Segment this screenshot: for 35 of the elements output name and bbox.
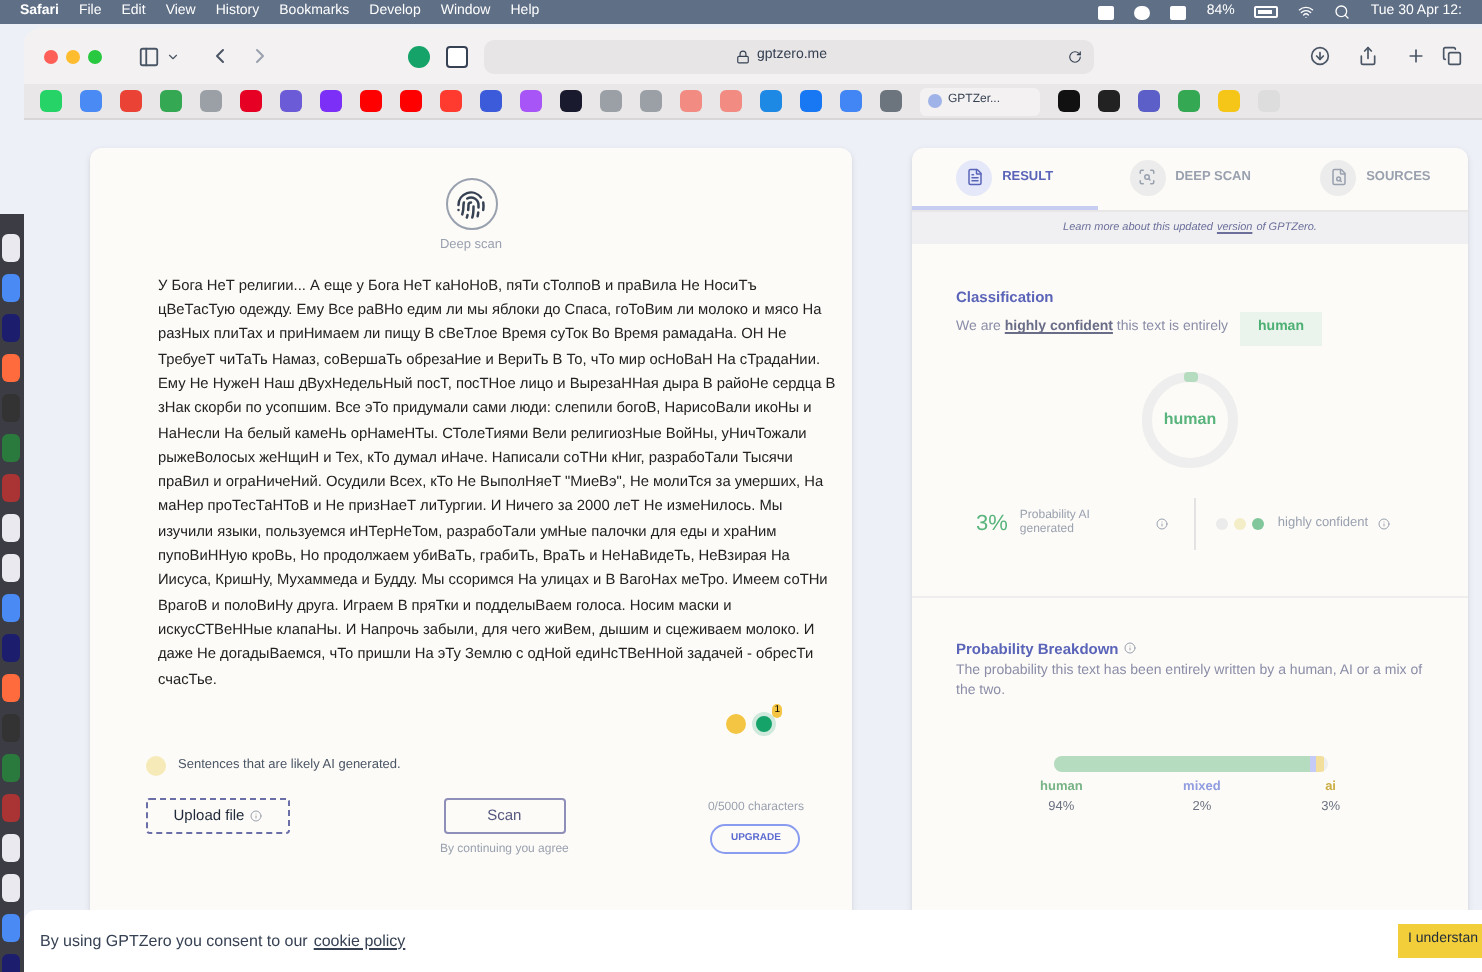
share-icon[interactable] (1358, 46, 1378, 66)
ai-probability-value: 3% (976, 509, 1008, 539)
site-icon[interactable] (560, 90, 582, 112)
emoji-icon (726, 713, 746, 734)
sidebar-icon[interactable] (138, 45, 160, 67)
status-icon[interactable] (1170, 5, 1187, 19)
close-window-button[interactable] (44, 49, 58, 63)
info-icon[interactable] (1155, 517, 1168, 530)
document-icon (965, 168, 984, 186)
lock-icon (736, 49, 751, 63)
document-search-icon (1329, 168, 1348, 186)
site-icon[interactable] (1058, 90, 1080, 112)
search-icon[interactable] (1334, 4, 1351, 20)
battery-icon[interactable] (1254, 6, 1279, 18)
chevron-down-icon[interactable] (166, 49, 180, 63)
cookie-policy-link[interactable]: cookie policy (313, 929, 406, 953)
info-icon[interactable] (1378, 517, 1391, 530)
grammar-assistant-icon[interactable] (752, 711, 776, 736)
zoom-window-button[interactable] (88, 49, 102, 63)
site-icon[interactable] (1098, 90, 1120, 112)
info-icon[interactable] (1124, 642, 1137, 655)
scan-icon (1138, 168, 1157, 186)
info-icon[interactable] (250, 809, 263, 822)
new-tab-icon[interactable] (1406, 46, 1426, 66)
extension-icon[interactable] (446, 45, 468, 67)
result-ring: human (1142, 371, 1238, 468)
status-icon[interactable] (1098, 5, 1115, 19)
download-icon[interactable] (1310, 46, 1330, 66)
site-icon (928, 94, 942, 108)
status-icon[interactable] (1134, 5, 1151, 19)
cookie-text: By using GPTZero you consent to our (40, 929, 308, 953)
wifi-icon[interactable] (1298, 4, 1315, 20)
fingerprint-icon[interactable] (445, 178, 497, 230)
reload-icon[interactable] (1068, 49, 1082, 63)
tabs-icon[interactable] (1442, 46, 1462, 66)
